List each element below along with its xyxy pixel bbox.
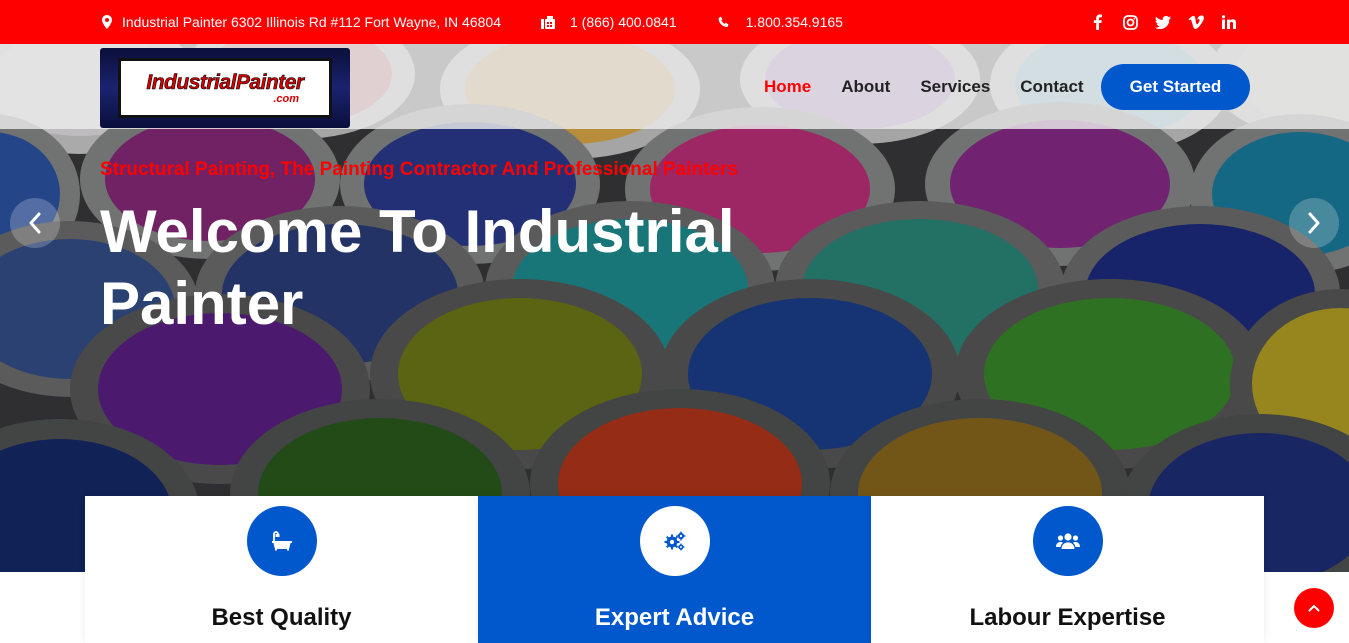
twitter-icon[interactable] (1155, 14, 1171, 30)
feature-title: Best Quality (211, 604, 352, 631)
nav-about[interactable]: About (841, 77, 890, 97)
main-nav: Home About Services Contact (764, 44, 1084, 129)
address-item: Industrial Painter 6302 Illinois Rd #112… (100, 14, 501, 30)
hero-headline: Welcome To Industrial Painter (100, 198, 735, 337)
nav-contact[interactable]: Contact (1020, 77, 1083, 97)
nav-services[interactable]: Services (920, 77, 990, 97)
hero-tagline: Structural Painting, The Painting Contra… (100, 159, 738, 180)
feature-title: Labour Expertise (969, 604, 1166, 631)
facebook-icon[interactable] (1089, 14, 1105, 30)
feature-labour-expertise[interactable]: Labour Expertise (871, 496, 1264, 643)
chevron-right-icon (1308, 212, 1320, 234)
logo-text: IndustrialPainter (146, 71, 304, 94)
feature-icon-circle (246, 506, 317, 576)
carousel-next-button[interactable] (1289, 198, 1339, 248)
fax-icon (540, 15, 555, 29)
chevron-left-icon (29, 212, 41, 234)
users-icon (1055, 533, 1080, 549)
fax-number: 1 (866) 400.0841 (569, 14, 677, 30)
feature-best-quality[interactable]: Best Quality (85, 496, 478, 643)
feature-title: Expert Advice (594, 604, 755, 631)
nav-home[interactable]: Home (764, 77, 811, 97)
feature-icon-circle (639, 506, 710, 576)
instagram-icon[interactable] (1122, 14, 1138, 30)
feature-icon-circle (1032, 506, 1103, 576)
site-header: IndustrialPainter .com Home About Servic… (0, 44, 1349, 129)
get-started-button[interactable]: Get Started (1101, 64, 1250, 110)
logo-domain: .com (273, 93, 299, 105)
feature-expert-advice[interactable]: Expert Advice (478, 496, 871, 643)
cogs-icon (664, 531, 685, 551)
bathtub-icon (271, 531, 292, 551)
fax-item[interactable]: 1 (866) 400.0841 (540, 14, 677, 30)
logo-plate: IndustrialPainter .com (118, 58, 332, 118)
site-logo[interactable]: IndustrialPainter .com (100, 48, 350, 128)
map-marker-icon (100, 15, 114, 29)
back-to-top-button[interactable] (1294, 588, 1334, 628)
top-info-bar: Industrial Painter 6302 Illinois Rd #112… (0, 0, 1349, 44)
phone-number: 1.800.354.9165 (745, 14, 843, 30)
chevron-up-icon (1308, 605, 1320, 612)
address-text: Industrial Painter 6302 Illinois Rd #112… (122, 14, 501, 30)
phone-icon (717, 15, 731, 29)
linkedin-icon[interactable] (1221, 14, 1237, 30)
phone-item[interactable]: 1.800.354.9165 (717, 14, 843, 30)
carousel-prev-button[interactable] (10, 198, 60, 248)
social-links (1072, 0, 1237, 44)
features-row: Best Quality Expert Advice Labour Expert… (85, 496, 1264, 643)
vimeo-icon[interactable] (1188, 14, 1204, 30)
contact-info: Industrial Painter 6302 Illinois Rd #112… (100, 0, 843, 44)
